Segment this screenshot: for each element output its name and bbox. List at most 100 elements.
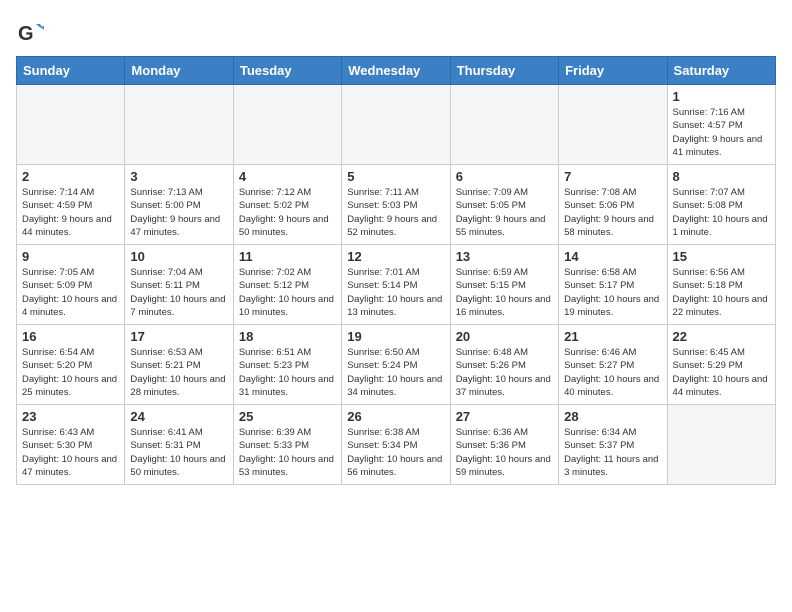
day-number: 21 [564,329,661,344]
calendar-week-4: 16 Sunrise: 6:54 AM Sunset: 5:20 PM Dayli… [17,325,776,405]
day-number: 10 [130,249,227,264]
calendar-cell: 19 Sunrise: 6:50 AM Sunset: 5:24 PM Dayli… [342,325,450,405]
day-number: 22 [673,329,770,344]
day-number: 8 [673,169,770,184]
calendar-cell: 26 Sunrise: 6:38 AM Sunset: 5:34 PM Dayli… [342,405,450,485]
day-number: 5 [347,169,444,184]
page-header: G [16,16,776,48]
calendar-week-3: 9 Sunrise: 7:05 AM Sunset: 5:09 PM Daylig… [17,245,776,325]
calendar-cell [450,85,558,165]
day-detail: Sunrise: 6:38 AM Sunset: 5:34 PM Dayligh… [347,426,444,479]
header-monday: Monday [125,57,233,85]
day-number: 19 [347,329,444,344]
calendar-cell: 18 Sunrise: 6:51 AM Sunset: 5:23 PM Dayli… [233,325,341,405]
day-detail: Sunrise: 7:14 AM Sunset: 4:59 PM Dayligh… [22,186,119,239]
header-thursday: Thursday [450,57,558,85]
day-detail: Sunrise: 6:51 AM Sunset: 5:23 PM Dayligh… [239,346,336,399]
calendar-cell: 4 Sunrise: 7:12 AM Sunset: 5:02 PM Daylig… [233,165,341,245]
calendar-week-1: 1 Sunrise: 7:16 AM Sunset: 4:57 PM Daylig… [17,85,776,165]
calendar-week-5: 23 Sunrise: 6:43 AM Sunset: 5:30 PM Dayli… [17,405,776,485]
header-friday: Friday [559,57,667,85]
calendar-cell: 22 Sunrise: 6:45 AM Sunset: 5:29 PM Dayli… [667,325,775,405]
day-detail: Sunrise: 6:41 AM Sunset: 5:31 PM Dayligh… [130,426,227,479]
day-detail: Sunrise: 6:45 AM Sunset: 5:29 PM Dayligh… [673,346,770,399]
day-number: 13 [456,249,553,264]
calendar-cell: 2 Sunrise: 7:14 AM Sunset: 4:59 PM Daylig… [17,165,125,245]
calendar-cell: 9 Sunrise: 7:05 AM Sunset: 5:09 PM Daylig… [17,245,125,325]
header-saturday: Saturday [667,57,775,85]
calendar-cell: 14 Sunrise: 6:58 AM Sunset: 5:17 PM Dayli… [559,245,667,325]
calendar-cell: 24 Sunrise: 6:41 AM Sunset: 5:31 PM Dayli… [125,405,233,485]
day-number: 28 [564,409,661,424]
day-number: 26 [347,409,444,424]
calendar-cell: 17 Sunrise: 6:53 AM Sunset: 5:21 PM Dayli… [125,325,233,405]
day-number: 1 [673,89,770,104]
calendar-cell: 25 Sunrise: 6:39 AM Sunset: 5:33 PM Dayli… [233,405,341,485]
calendar-header-row: SundayMondayTuesdayWednesdayThursdayFrid… [17,57,776,85]
day-number: 15 [673,249,770,264]
day-detail: Sunrise: 6:43 AM Sunset: 5:30 PM Dayligh… [22,426,119,479]
day-number: 20 [456,329,553,344]
calendar-cell [233,85,341,165]
day-number: 11 [239,249,336,264]
day-detail: Sunrise: 7:04 AM Sunset: 5:11 PM Dayligh… [130,266,227,319]
calendar-cell [667,405,775,485]
day-detail: Sunrise: 7:02 AM Sunset: 5:12 PM Dayligh… [239,266,336,319]
calendar-cell: 8 Sunrise: 7:07 AM Sunset: 5:08 PM Daylig… [667,165,775,245]
day-detail: Sunrise: 7:08 AM Sunset: 5:06 PM Dayligh… [564,186,661,239]
day-detail: Sunrise: 6:46 AM Sunset: 5:27 PM Dayligh… [564,346,661,399]
day-detail: Sunrise: 7:01 AM Sunset: 5:14 PM Dayligh… [347,266,444,319]
day-detail: Sunrise: 7:16 AM Sunset: 4:57 PM Dayligh… [673,106,770,159]
day-detail: Sunrise: 6:39 AM Sunset: 5:33 PM Dayligh… [239,426,336,479]
day-detail: Sunrise: 6:56 AM Sunset: 5:18 PM Dayligh… [673,266,770,319]
day-number: 27 [456,409,553,424]
calendar-cell: 21 Sunrise: 6:46 AM Sunset: 5:27 PM Dayli… [559,325,667,405]
day-detail: Sunrise: 7:05 AM Sunset: 5:09 PM Dayligh… [22,266,119,319]
day-number: 14 [564,249,661,264]
calendar-cell: 6 Sunrise: 7:09 AM Sunset: 5:05 PM Daylig… [450,165,558,245]
day-number: 6 [456,169,553,184]
day-detail: Sunrise: 6:48 AM Sunset: 5:26 PM Dayligh… [456,346,553,399]
day-detail: Sunrise: 6:58 AM Sunset: 5:17 PM Dayligh… [564,266,661,319]
calendar-cell: 12 Sunrise: 7:01 AM Sunset: 5:14 PM Dayli… [342,245,450,325]
day-detail: Sunrise: 7:13 AM Sunset: 5:00 PM Dayligh… [130,186,227,239]
logo-icon: G [16,20,44,48]
day-number: 4 [239,169,336,184]
day-detail: Sunrise: 6:36 AM Sunset: 5:36 PM Dayligh… [456,426,553,479]
day-number: 17 [130,329,227,344]
day-number: 2 [22,169,119,184]
logo: G [16,20,48,48]
day-detail: Sunrise: 7:12 AM Sunset: 5:02 PM Dayligh… [239,186,336,239]
header-sunday: Sunday [17,57,125,85]
day-detail: Sunrise: 7:09 AM Sunset: 5:05 PM Dayligh… [456,186,553,239]
calendar-cell: 7 Sunrise: 7:08 AM Sunset: 5:06 PM Daylig… [559,165,667,245]
day-number: 18 [239,329,336,344]
calendar-cell [17,85,125,165]
day-detail: Sunrise: 6:54 AM Sunset: 5:20 PM Dayligh… [22,346,119,399]
day-detail: Sunrise: 7:07 AM Sunset: 5:08 PM Dayligh… [673,186,770,239]
day-number: 23 [22,409,119,424]
calendar-cell: 13 Sunrise: 6:59 AM Sunset: 5:15 PM Dayli… [450,245,558,325]
calendar-cell: 20 Sunrise: 6:48 AM Sunset: 5:26 PM Dayli… [450,325,558,405]
calendar-cell: 3 Sunrise: 7:13 AM Sunset: 5:00 PM Daylig… [125,165,233,245]
day-number: 16 [22,329,119,344]
calendar-cell: 1 Sunrise: 7:16 AM Sunset: 4:57 PM Daylig… [667,85,775,165]
day-number: 9 [22,249,119,264]
calendar-cell: 28Sunrise: 6:34 AM Sunset: 5:37 PM Dayli… [559,405,667,485]
day-detail: Sunrise: 6:53 AM Sunset: 5:21 PM Dayligh… [130,346,227,399]
calendar-week-2: 2 Sunrise: 7:14 AM Sunset: 4:59 PM Daylig… [17,165,776,245]
calendar-cell: 16 Sunrise: 6:54 AM Sunset: 5:20 PM Dayli… [17,325,125,405]
svg-text:G: G [18,23,34,45]
calendar-cell: 11 Sunrise: 7:02 AM Sunset: 5:12 PM Dayli… [233,245,341,325]
day-number: 7 [564,169,661,184]
calendar-cell [559,85,667,165]
day-detail: Sunrise: 7:11 AM Sunset: 5:03 PM Dayligh… [347,186,444,239]
day-number: 3 [130,169,227,184]
day-number: 24 [130,409,227,424]
day-detail: Sunrise: 6:59 AM Sunset: 5:15 PM Dayligh… [456,266,553,319]
day-number: 12 [347,249,444,264]
day-number: 25 [239,409,336,424]
calendar-cell: 23 Sunrise: 6:43 AM Sunset: 5:30 PM Dayli… [17,405,125,485]
header-wednesday: Wednesday [342,57,450,85]
day-detail: Sunrise: 6:50 AM Sunset: 5:24 PM Dayligh… [347,346,444,399]
